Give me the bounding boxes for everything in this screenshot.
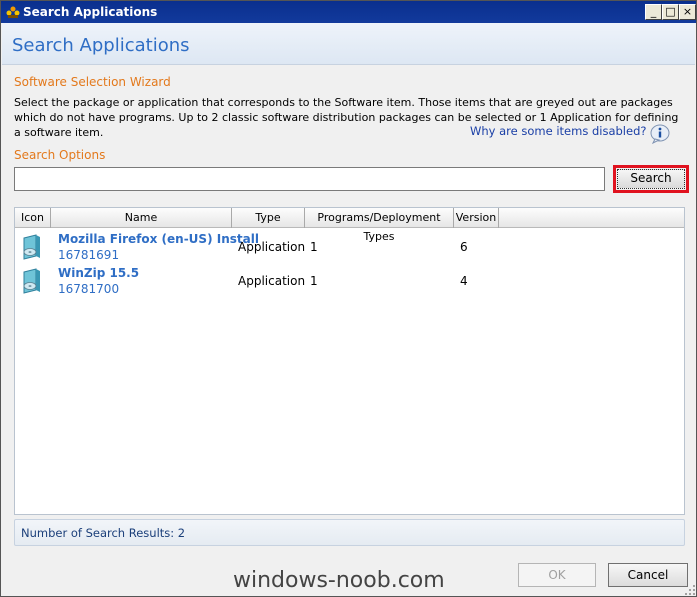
minimize-button[interactable]: _ xyxy=(645,4,662,20)
application-icon xyxy=(23,268,40,294)
application-icon xyxy=(23,234,40,260)
cancel-button[interactable]: Cancel xyxy=(608,563,688,587)
info-icon[interactable] xyxy=(649,124,671,144)
title-bar[interactable]: Search Applications _ □ × xyxy=(1,1,696,23)
row-type: Application xyxy=(238,274,306,288)
close-button[interactable]: × xyxy=(679,4,696,20)
why-disabled-link[interactable]: Why are some items disabled? xyxy=(470,124,646,138)
resize-grip-icon[interactable] xyxy=(684,584,696,596)
search-results-count: Number of Search Results: 2 xyxy=(21,526,186,540)
wizard-label: Software Selection Wizard xyxy=(14,75,171,89)
search-button[interactable]: Search xyxy=(617,169,685,189)
column-header-programs[interactable]: Programs/Deployment Types xyxy=(305,208,454,243)
row-id: 16781691 xyxy=(58,248,120,262)
search-applications-window: Search Applications _ □ × Search Applica… xyxy=(0,0,697,597)
row-programs: 1 xyxy=(310,274,318,288)
row-programs: 1 xyxy=(310,240,318,254)
header-band: Search Applications xyxy=(2,23,695,65)
page-title: Search Applications xyxy=(12,35,190,56)
ok-button[interactable]: OK xyxy=(518,563,596,587)
maximize-button[interactable]: □ xyxy=(662,4,679,20)
row-version: 6 xyxy=(460,240,468,254)
column-header-version[interactable]: Version xyxy=(454,208,499,228)
status-bar: Number of Search Results: 2 xyxy=(14,519,685,546)
column-header-type[interactable]: Type xyxy=(232,208,305,228)
app-window-icon xyxy=(6,6,20,18)
row-name: Mozilla Firefox (en-US) Install xyxy=(58,232,259,246)
search-input[interactable] xyxy=(14,167,605,191)
watermark: windows-noob.com xyxy=(233,568,445,593)
row-id: 16781700 xyxy=(58,282,120,296)
row-version: 4 xyxy=(460,274,468,288)
search-options-label: Search Options xyxy=(14,148,106,162)
table-row[interactable]: Mozilla Firefox (en-US) Install 16781691… xyxy=(15,229,684,263)
window-title: Search Applications xyxy=(23,5,158,19)
results-list[interactable]: Icon Name Type Programs/Deployment Types… xyxy=(14,207,685,515)
row-name: WinZip 15.5 xyxy=(58,266,140,280)
column-header-icon[interactable]: Icon xyxy=(15,208,51,228)
row-type: Application xyxy=(238,240,306,254)
table-row[interactable]: WinZip 15.5 16781700 Application 1 4 xyxy=(15,263,684,297)
column-header-name[interactable]: Name xyxy=(51,208,232,228)
column-header-row: Icon Name Type Programs/Deployment Types… xyxy=(15,208,684,243)
